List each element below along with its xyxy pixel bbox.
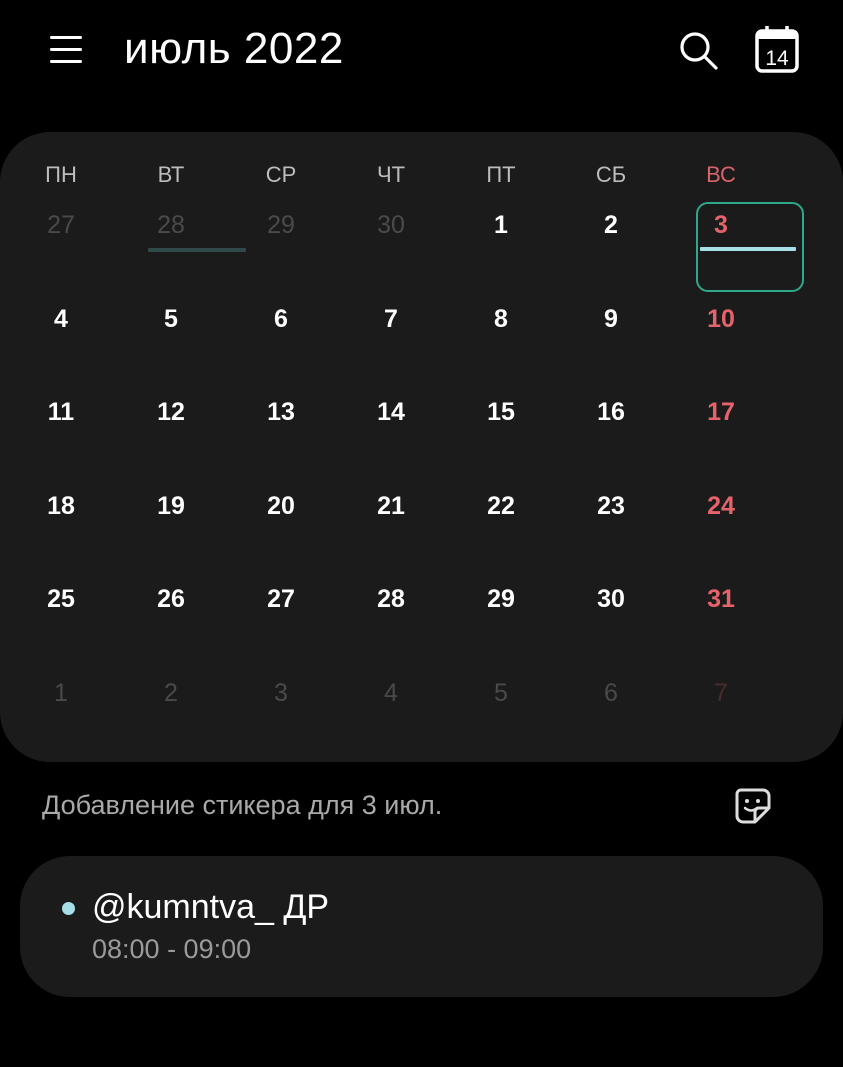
event-color-dot (62, 902, 75, 915)
day-cell-other-month[interactable]: 2 (116, 678, 226, 708)
weekday-header: ПТ (486, 162, 516, 187)
day-cell[interactable]: 9 (556, 304, 666, 334)
day-cell[interactable]: 10 (666, 304, 776, 334)
day-cell[interactable]: 28 (336, 584, 446, 614)
day-cell[interactable]: 22 (446, 491, 556, 521)
day-cell[interactable]: 27 (226, 584, 336, 614)
day-cell[interactable]: 21 (336, 491, 446, 521)
day-cell[interactable]: 26 (116, 584, 226, 614)
top-app-bar: июль 2022 14 (0, 0, 843, 110)
event-card[interactable]: @kumntva_ ДР 08:00 - 09:00 (20, 856, 823, 997)
day-cell[interactable]: 31 (666, 584, 776, 614)
add-sticker-label: Добавление стикера для 3 июл. (42, 790, 443, 820)
month-title[interactable]: июль 2022 (124, 24, 344, 74)
day-cell[interactable]: 14 (336, 397, 446, 427)
menu-icon[interactable] (48, 32, 84, 66)
day-cell[interactable]: 1 (446, 210, 556, 240)
day-cell-other-month[interactable]: 5 (446, 678, 556, 708)
day-cell[interactable]: 17 (666, 397, 776, 427)
weekday-header: СР (265, 162, 297, 187)
day-cell[interactable]: 8 (446, 304, 556, 334)
calendar-today-icon: 14 (755, 26, 799, 73)
day-cell[interactable]: 30 (556, 584, 666, 614)
day-cell[interactable]: 4 (6, 304, 116, 334)
day-cell-other-month[interactable]: 4 (336, 678, 446, 708)
search-icon[interactable] (676, 28, 720, 72)
weekday-header: ПН (45, 162, 77, 187)
day-cell-other-month[interactable]: 3 (226, 678, 336, 708)
event-bar-dim (148, 248, 246, 252)
event-time: 08:00 - 09:00 (92, 934, 252, 964)
day-cell[interactable]: 11 (6, 397, 116, 427)
day-cell[interactable]: 12 (116, 397, 226, 427)
weekday-header: ЧТ (376, 162, 406, 187)
today-button[interactable]: 14 (754, 24, 800, 74)
day-cell[interactable]: 29 (446, 584, 556, 614)
day-cell[interactable]: 23 (556, 491, 666, 521)
weekday-header: ВТ (157, 162, 185, 187)
weekday-header: СБ (595, 162, 627, 187)
day-cell-other-month[interactable]: 6 (556, 678, 666, 708)
sticker-smile-icon[interactable] (733, 786, 773, 826)
day-cell[interactable]: 13 (226, 397, 336, 427)
today-day-number: 14 (765, 47, 789, 70)
day-cell-other-month[interactable]: 7 (666, 678, 776, 708)
day-cell[interactable]: 25 (6, 584, 116, 614)
day-cell[interactable]: 18 (6, 491, 116, 521)
event-title: @kumntva_ ДР (92, 888, 330, 926)
day-cell[interactable]: 15 (446, 397, 556, 427)
day-cell-other-month[interactable]: 1 (6, 678, 116, 708)
day-cell[interactable]: 6 (226, 304, 336, 334)
day-cell[interactable]: 5 (116, 304, 226, 334)
day-cell-other-month[interactable]: 28 (116, 210, 226, 240)
month-grid: ПН ВТ СР ЧТ ПТ СБ ВС 27 28 29 30 1 2 3 4 5 6 7 8 9 10 11 12 13 1… (0, 132, 843, 762)
day-cell[interactable]: 7 (336, 304, 446, 334)
day-cell[interactable]: 20 (226, 491, 336, 521)
day-cell[interactable]: 19 (116, 491, 226, 521)
day-cell[interactable]: 16 (556, 397, 666, 427)
event-bar (700, 247, 796, 251)
day-cell-other-month[interactable]: 27 (6, 210, 116, 240)
day-cell-other-month[interactable]: 29 (226, 210, 336, 240)
day-cell[interactable]: 24 (666, 491, 776, 521)
day-cell[interactable]: 2 (556, 210, 666, 240)
day-cell-other-month[interactable]: 30 (336, 210, 446, 240)
day-cell[interactable]: 3 (666, 210, 776, 240)
weekday-header: ВС (706, 162, 736, 187)
